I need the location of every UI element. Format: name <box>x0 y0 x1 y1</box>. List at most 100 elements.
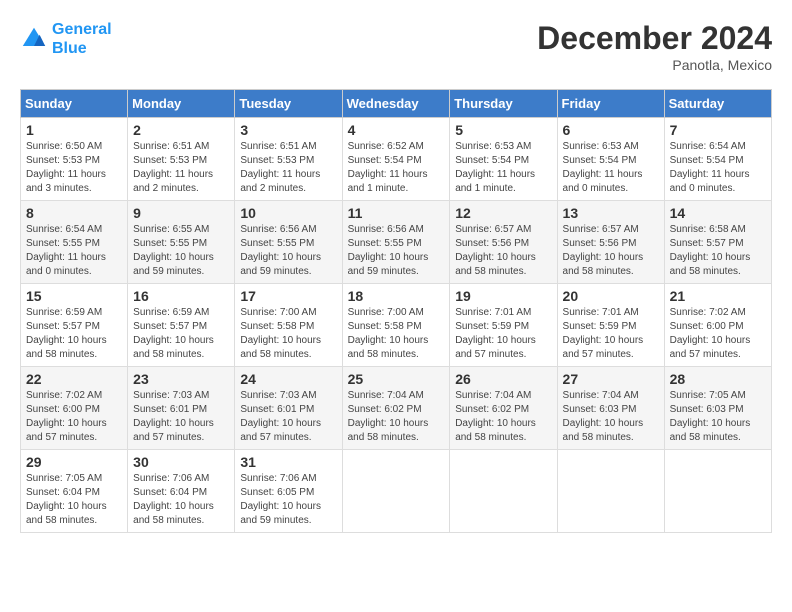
day-info: Sunrise: 7:01 AM Sunset: 5:59 PM Dayligh… <box>455 306 551 362</box>
logo: General Blue <box>20 20 112 58</box>
day-info: Sunrise: 7:06 AM Sunset: 6:05 PM Dayligh… <box>240 472 336 528</box>
day-info: Sunrise: 7:05 AM Sunset: 6:04 PM Dayligh… <box>26 472 122 528</box>
day-number: 9 <box>133 205 229 221</box>
day-number: 12 <box>455 205 551 221</box>
table-cell: 1 Sunrise: 6:50 AM Sunset: 5:53 PM Daylig… <box>21 118 128 201</box>
table-cell: 16 Sunrise: 6:59 AM Sunset: 5:57 PM Dayli… <box>128 284 235 367</box>
col-tuesday: Tuesday <box>235 90 342 118</box>
day-info: Sunrise: 6:53 AM Sunset: 5:54 PM Dayligh… <box>563 140 659 196</box>
table-cell <box>342 450 450 533</box>
week-row-5: 29 Sunrise: 7:05 AM Sunset: 6:04 PM Dayli… <box>21 450 772 533</box>
table-cell: 2Sunrise: 6:51 AM Sunset: 5:53 PM Daylig… <box>128 118 235 201</box>
table-cell: 20 Sunrise: 7:01 AM Sunset: 5:59 PM Dayli… <box>557 284 664 367</box>
day-number: 19 <box>455 288 551 304</box>
table-cell: 30 Sunrise: 7:06 AM Sunset: 6:04 PM Dayli… <box>128 450 235 533</box>
table-cell: 28Sunrise: 7:05 AM Sunset: 6:03 PM Dayli… <box>664 367 771 450</box>
day-number: 13 <box>563 205 659 221</box>
day-info: Sunrise: 6:50 AM Sunset: 5:53 PM Dayligh… <box>26 140 122 196</box>
day-info: Sunrise: 6:57 AM Sunset: 5:56 PM Dayligh… <box>563 223 659 279</box>
day-number: 27 <box>563 371 659 387</box>
week-row-3: 15Sunrise: 6:59 AM Sunset: 5:57 PM Dayli… <box>21 284 772 367</box>
day-info: Sunrise: 6:58 AM Sunset: 5:57 PM Dayligh… <box>670 223 766 279</box>
table-cell: 4Sunrise: 6:52 AM Sunset: 5:54 PM Daylig… <box>342 118 450 201</box>
calendar-table: Sunday Monday Tuesday Wednesday Thursday… <box>20 89 772 533</box>
table-cell: 11 Sunrise: 6:56 AM Sunset: 5:55 PM Dayli… <box>342 201 450 284</box>
table-cell: 9 Sunrise: 6:55 AM Sunset: 5:55 PM Daylig… <box>128 201 235 284</box>
day-info: Sunrise: 7:03 AM Sunset: 6:01 PM Dayligh… <box>240 389 336 445</box>
day-number: 20 <box>563 288 659 304</box>
location: Panotla, Mexico <box>537 57 772 73</box>
col-friday: Friday <box>557 90 664 118</box>
col-wednesday: Wednesday <box>342 90 450 118</box>
day-info: Sunrise: 6:52 AM Sunset: 5:54 PM Dayligh… <box>348 140 445 196</box>
page-header: General Blue December 2024 Panotla, Mexi… <box>20 20 772 73</box>
day-info: Sunrise: 7:00 AM Sunset: 5:58 PM Dayligh… <box>348 306 445 362</box>
col-saturday: Saturday <box>664 90 771 118</box>
day-number: 2 <box>133 122 229 138</box>
table-cell: 8Sunrise: 6:54 AM Sunset: 5:55 PM Daylig… <box>21 201 128 284</box>
col-sunday: Sunday <box>21 90 128 118</box>
table-cell: 22 Sunrise: 7:02 AM Sunset: 6:00 PM Dayli… <box>21 367 128 450</box>
table-cell: 10Sunrise: 6:56 AM Sunset: 5:55 PM Dayli… <box>235 201 342 284</box>
day-number: 31 <box>240 454 336 470</box>
logo-line2: Blue <box>52 40 87 57</box>
day-info: Sunrise: 7:04 AM Sunset: 6:02 PM Dayligh… <box>348 389 445 445</box>
table-cell: 21Sunrise: 7:02 AM Sunset: 6:00 PM Dayli… <box>664 284 771 367</box>
day-number: 3 <box>240 122 336 138</box>
day-info: Sunrise: 6:59 AM Sunset: 5:57 PM Dayligh… <box>133 306 229 362</box>
table-cell: 29 Sunrise: 7:05 AM Sunset: 6:04 PM Dayli… <box>21 450 128 533</box>
day-info: Sunrise: 6:53 AM Sunset: 5:54 PM Dayligh… <box>455 140 551 196</box>
week-row-2: 8Sunrise: 6:54 AM Sunset: 5:55 PM Daylig… <box>21 201 772 284</box>
table-cell: 14 Sunrise: 6:58 AM Sunset: 5:57 PM Dayli… <box>664 201 771 284</box>
day-number: 16 <box>133 288 229 304</box>
day-info: Sunrise: 7:02 AM Sunset: 6:00 PM Dayligh… <box>26 389 122 445</box>
day-number: 7 <box>670 122 766 138</box>
table-cell: 6Sunrise: 6:53 AM Sunset: 5:54 PM Daylig… <box>557 118 664 201</box>
day-number: 17 <box>240 288 336 304</box>
title-block: December 2024 Panotla, Mexico <box>537 20 772 73</box>
table-cell: 23 Sunrise: 7:03 AM Sunset: 6:01 PM Dayli… <box>128 367 235 450</box>
day-number: 30 <box>133 454 229 470</box>
table-cell: 5 Sunrise: 6:53 AM Sunset: 5:54 PM Daylig… <box>450 118 557 201</box>
table-cell: 27Sunrise: 7:04 AM Sunset: 6:03 PM Dayli… <box>557 367 664 450</box>
day-info: Sunrise: 6:56 AM Sunset: 5:55 PM Dayligh… <box>240 223 336 279</box>
day-info: Sunrise: 6:59 AM Sunset: 5:57 PM Dayligh… <box>26 306 122 362</box>
table-cell: 31 Sunrise: 7:06 AM Sunset: 6:05 PM Dayli… <box>235 450 342 533</box>
day-number: 25 <box>348 371 445 387</box>
table-cell: 18 Sunrise: 7:00 AM Sunset: 5:58 PM Dayli… <box>342 284 450 367</box>
table-cell: 13 Sunrise: 6:57 AM Sunset: 5:56 PM Dayli… <box>557 201 664 284</box>
table-cell: 17 Sunrise: 7:00 AM Sunset: 5:58 PM Dayli… <box>235 284 342 367</box>
logo-text: General Blue <box>52 20 112 58</box>
day-number: 5 <box>455 122 551 138</box>
table-cell: 26Sunrise: 7:04 AM Sunset: 6:02 PM Dayli… <box>450 367 557 450</box>
day-info: Sunrise: 7:03 AM Sunset: 6:01 PM Dayligh… <box>133 389 229 445</box>
day-info: Sunrise: 6:55 AM Sunset: 5:55 PM Dayligh… <box>133 223 229 279</box>
logo-line1: General <box>52 21 112 38</box>
day-info: Sunrise: 6:56 AM Sunset: 5:55 PM Dayligh… <box>348 223 445 279</box>
table-cell: 24 Sunrise: 7:03 AM Sunset: 6:01 PM Dayli… <box>235 367 342 450</box>
table-cell: 19 Sunrise: 7:01 AM Sunset: 5:59 PM Dayli… <box>450 284 557 367</box>
day-info: Sunrise: 7:06 AM Sunset: 6:04 PM Dayligh… <box>133 472 229 528</box>
day-number: 24 <box>240 371 336 387</box>
table-cell: 7Sunrise: 6:54 AM Sunset: 5:54 PM Daylig… <box>664 118 771 201</box>
table-cell <box>450 450 557 533</box>
logo-icon <box>20 25 48 53</box>
day-number: 21 <box>670 288 766 304</box>
day-number: 14 <box>670 205 766 221</box>
day-number: 23 <box>133 371 229 387</box>
day-number: 18 <box>348 288 445 304</box>
table-cell: 15Sunrise: 6:59 AM Sunset: 5:57 PM Dayli… <box>21 284 128 367</box>
day-number: 1 <box>26 122 122 138</box>
day-number: 28 <box>670 371 766 387</box>
day-number: 22 <box>26 371 122 387</box>
calendar-header-row: Sunday Monday Tuesday Wednesday Thursday… <box>21 90 772 118</box>
day-info: Sunrise: 7:01 AM Sunset: 5:59 PM Dayligh… <box>563 306 659 362</box>
table-cell: 12Sunrise: 6:57 AM Sunset: 5:56 PM Dayli… <box>450 201 557 284</box>
day-info: Sunrise: 7:04 AM Sunset: 6:02 PM Dayligh… <box>455 389 551 445</box>
table-cell: 25 Sunrise: 7:04 AM Sunset: 6:02 PM Dayli… <box>342 367 450 450</box>
week-row-4: 22 Sunrise: 7:02 AM Sunset: 6:00 PM Dayli… <box>21 367 772 450</box>
col-monday: Monday <box>128 90 235 118</box>
day-info: Sunrise: 7:00 AM Sunset: 5:58 PM Dayligh… <box>240 306 336 362</box>
day-number: 11 <box>348 205 445 221</box>
day-number: 29 <box>26 454 122 470</box>
